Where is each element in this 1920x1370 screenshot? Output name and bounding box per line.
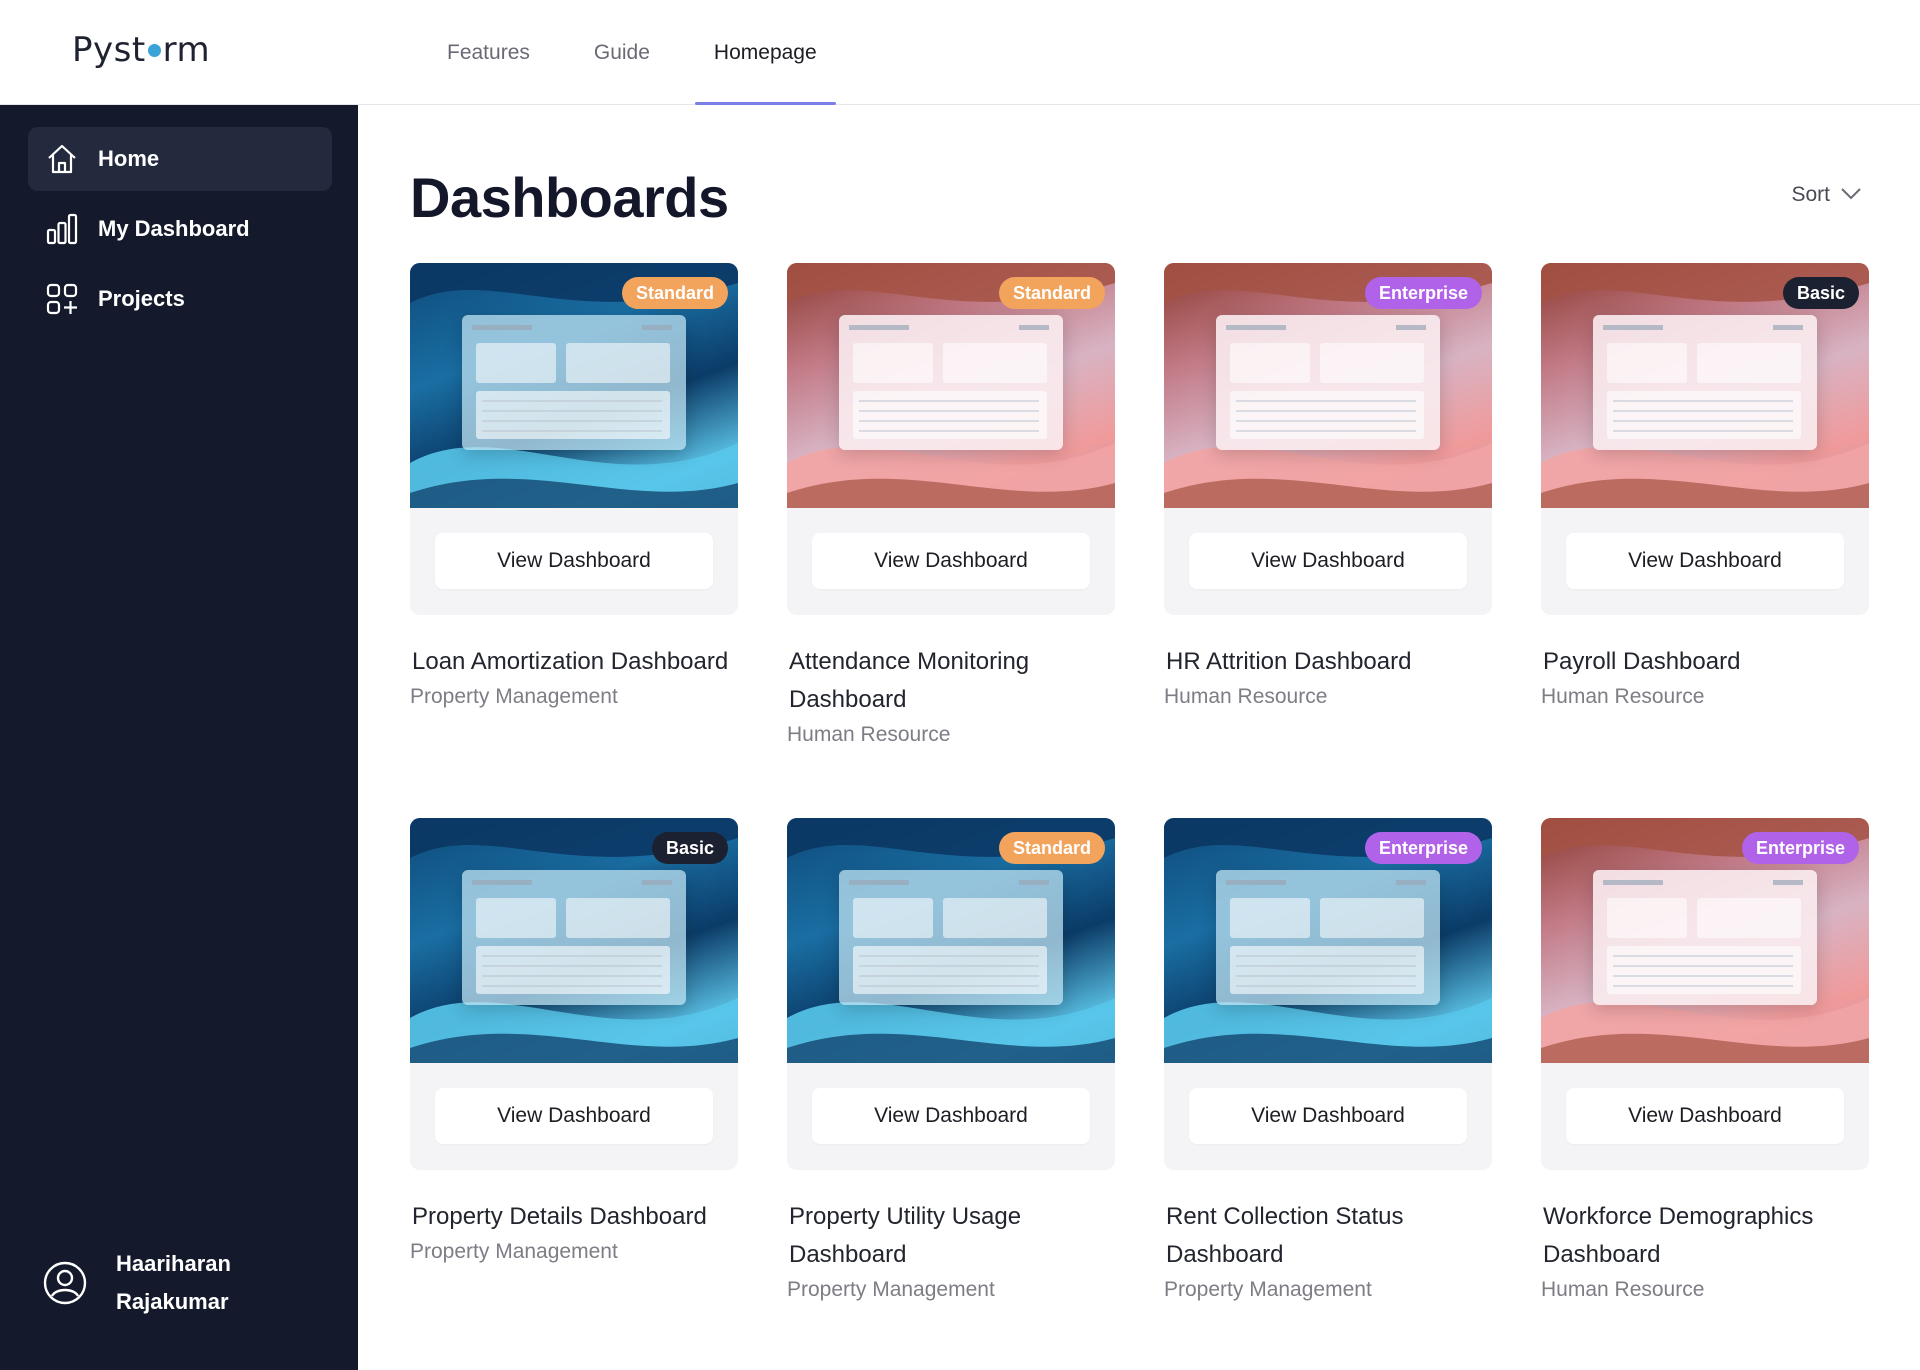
dashboard-thumbnail[interactable]: Standard [787,818,1115,1063]
dashboard-thumbnail[interactable]: Standard [410,263,738,508]
card-title[interactable]: Property Details Dashboard [410,1198,730,1236]
card-preview: Basic View Dashboard [1541,263,1869,615]
sidebar-item-my-dashboard[interactable]: My Dashboard [28,197,332,261]
plan-badge: Standard [998,832,1105,864]
card-preview: Enterprise View Dashboard [1164,263,1492,615]
tab-features[interactable]: Features [420,0,557,105]
top-bar: Pyst rm Features Guide Homepage [0,0,1920,105]
card-category: Human Resource [787,723,951,746]
view-dashboard-button[interactable]: View Dashboard [435,1088,713,1144]
sort-dropdown[interactable]: Sort [1791,183,1862,207]
logo-text-right: rm [162,30,211,70]
sidebar-item-label: Projects [98,286,185,311]
plan-badge: Standard [621,277,728,309]
card-preview: Enterprise View Dashboard [1541,818,1869,1170]
view-dashboard-button[interactable]: View Dashboard [812,533,1090,589]
dashboard-card: Standard View Dashboard Attendance Monit… [787,263,1115,747]
dashboard-thumbnail[interactable]: Standard [787,263,1115,508]
dashboard-thumbnail[interactable]: Enterprise [1164,818,1492,1063]
card-category: Property Management [410,685,618,708]
page-title: Dashboards [410,166,729,229]
sidebar: Home My Dashboard Projects Haariharan Ra… [0,105,358,1370]
logo-text-left: Pyst [72,30,146,70]
dashboard-thumbnail[interactable]: Basic [1541,263,1869,508]
plan-badge: Enterprise [1364,832,1482,864]
view-dashboard-button[interactable]: View Dashboard [435,533,713,589]
plan-badge: Standard [998,277,1105,309]
logo-dot [147,43,161,57]
tab-homepage[interactable]: Homepage [687,0,844,105]
dashboard-thumbnail[interactable]: Enterprise [1164,263,1492,508]
sort-label: Sort [1791,183,1830,206]
card-preview: Enterprise View Dashboard [1164,818,1492,1170]
card-title[interactable]: Loan Amortization Dashboard [410,643,730,681]
dashboard-card: Standard View Dashboard Loan Amortizatio… [410,263,738,709]
top-nav: Features Guide Homepage [420,0,854,105]
grid-plus-icon [44,281,80,317]
card-preview: Standard View Dashboard [787,818,1115,1170]
sidebar-item-label: Home [98,146,160,171]
card-title[interactable]: Rent Collection Status Dashboard [1164,1198,1484,1274]
card-category: Human Resource [1164,685,1328,708]
user-last-name: Rajakumar [116,1289,229,1314]
user-profile[interactable]: Haariharan Rajakumar [42,1245,231,1321]
dashboard-card: Enterprise View Dashboard Workforce Demo… [1541,818,1869,1302]
home-icon [44,141,80,177]
sidebar-item-home[interactable]: Home [28,127,332,191]
tab-guide[interactable]: Guide [567,0,677,105]
view-dashboard-button[interactable]: View Dashboard [1189,533,1467,589]
view-dashboard-button[interactable]: View Dashboard [812,1088,1090,1144]
user-circle-icon [42,1260,88,1306]
view-dashboard-button[interactable]: View Dashboard [1189,1088,1467,1144]
view-dashboard-button[interactable]: View Dashboard [1566,1088,1844,1144]
dashboard-card: Basic View Dashboard Property Details Da… [410,818,738,1264]
main-content: Dashboards Sort Standard View Dashboard … [358,105,1920,1370]
bar-chart-icon [44,211,80,247]
dashboard-card: Basic View Dashboard Payroll Dashboard H… [1541,263,1869,709]
sidebar-item-label: My Dashboard [98,216,250,241]
plan-badge: Enterprise [1364,277,1482,309]
card-category: Property Management [410,1240,618,1263]
card-title[interactable]: Payroll Dashboard [1541,643,1861,681]
card-preview: Basic View Dashboard [410,818,738,1170]
card-preview: Standard View Dashboard [410,263,738,615]
plan-badge: Basic [1782,277,1859,309]
dashboard-thumbnail[interactable]: Enterprise [1541,818,1869,1063]
card-category: Property Management [1164,1278,1372,1301]
card-category: Human Resource [1541,685,1705,708]
dashboard-card: Enterprise View Dashboard Rent Collectio… [1164,818,1492,1302]
card-title[interactable]: Property Utility Usage Dashboard [787,1198,1107,1274]
card-title[interactable]: Workforce Demographics Dashboard [1541,1198,1861,1274]
user-first-name: Haariharan [116,1251,231,1276]
dashboard-card: Standard View Dashboard Property Utility… [787,818,1115,1302]
plan-badge: Basic [651,832,728,864]
view-dashboard-button[interactable]: View Dashboard [1566,533,1844,589]
chevron-down-icon [1830,183,1862,207]
card-preview: Standard View Dashboard [787,263,1115,615]
sidebar-item-projects[interactable]: Projects [28,267,332,331]
dashboard-thumbnail[interactable]: Basic [410,818,738,1063]
plan-badge: Enterprise [1741,832,1859,864]
card-category: Human Resource [1541,1278,1705,1301]
card-title[interactable]: Attendance Monitoring Dashboard [787,643,1107,719]
card-category: Property Management [787,1278,995,1301]
card-title[interactable]: HR Attrition Dashboard [1164,643,1484,681]
dashboard-card: Enterprise View Dashboard HR Attrition D… [1164,263,1492,709]
logo[interactable]: Pyst rm [72,30,210,70]
